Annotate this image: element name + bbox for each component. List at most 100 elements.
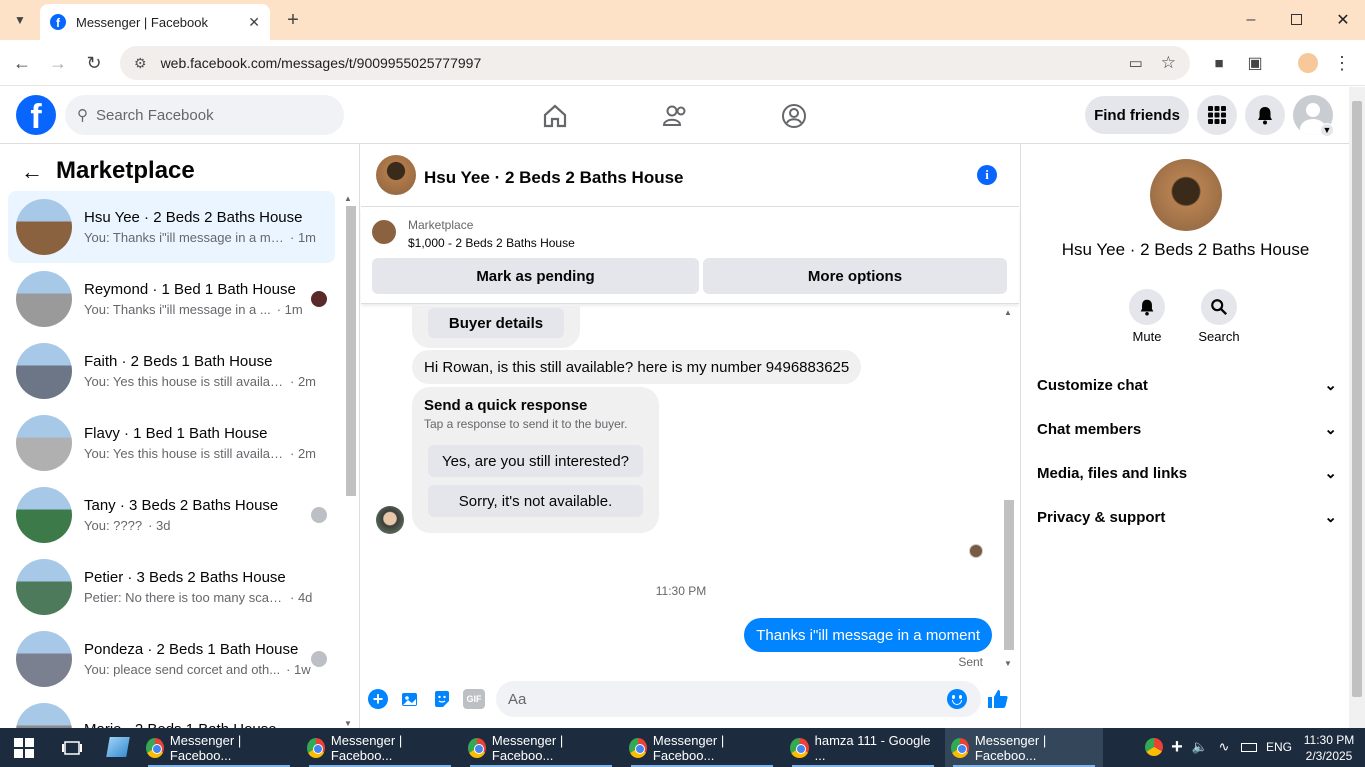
media-files-links-section[interactable]: Media, files and links ⌄ — [1037, 451, 1337, 495]
conversation-info-icon[interactable]: i — [977, 165, 997, 185]
extension-robot-icon[interactable]: ■ — [1207, 51, 1231, 75]
taskbar-window-button[interactable]: Messenger | Faceboo... — [623, 728, 781, 767]
browser-menu-icon[interactable]: ⋮ — [1332, 51, 1352, 75]
back-icon[interactable]: ← — [10, 51, 34, 75]
facebook-logo-icon[interactable]: f — [16, 95, 56, 135]
gif-icon[interactable]: GIF — [463, 689, 485, 709]
site-settings-icon[interactable]: ⚙ — [134, 55, 147, 72]
page-scrollbar[interactable] — [1349, 87, 1365, 728]
message-input[interactable]: Aa — [496, 681, 981, 717]
friends-icon[interactable] — [661, 102, 689, 130]
window-close-icon[interactable]: ✕ — [1332, 8, 1354, 32]
tab-close-icon[interactable]: ✕ — [248, 14, 260, 31]
profile-avatar[interactable] — [1150, 159, 1222, 231]
conversation-item[interactable]: Tany · 3 Beds 2 Baths House You: ???? · 3d — [8, 479, 335, 551]
conversation-item[interactable]: Reymond · 1 Bed 1 Bath House You: Thanks … — [8, 263, 335, 335]
tray-chrome-icon[interactable] — [1145, 738, 1163, 756]
conversation-name: Marie · 2 Beds 1 Bath House — [84, 721, 335, 729]
notifications-bell-icon[interactable] — [1245, 95, 1285, 135]
back-arrow-icon[interactable]: ← — [20, 159, 44, 184]
volume-icon[interactable]: 🔈 — [1191, 737, 1209, 757]
mute-label[interactable]: Mute — [1117, 329, 1177, 344]
search-in-chat-icon[interactable] — [1201, 289, 1237, 325]
address-bar[interactable]: ⚙ web.facebook.com/messages/t/9009955025… — [120, 46, 1190, 80]
conversation-avatar[interactable] — [16, 487, 72, 543]
extensions-puzzle-icon[interactable]: ▣ — [1243, 51, 1267, 75]
like-thumbs-up-icon[interactable] — [986, 687, 1010, 711]
mark-as-pending-button[interactable]: Mark as pending — [372, 258, 699, 294]
task-view-icon[interactable] — [62, 738, 82, 758]
taskbar-window-button[interactable]: Messenger | Faceboo... — [462, 728, 620, 767]
conversation-avatar[interactable] — [16, 631, 72, 687]
chat-members-section[interactable]: Chat members ⌄ — [1037, 407, 1337, 451]
outgoing-message[interactable]: Thanks i"ill message in a moment — [744, 618, 992, 652]
thread-scrollbar-thumb[interactable] — [1004, 500, 1014, 650]
network-icon[interactable]: ∿ — [1215, 737, 1233, 757]
search-placeholder: Search Facebook — [96, 106, 214, 124]
conversation-scrollbar[interactable]: ▲ ▼ — [344, 194, 358, 728]
quick-reply-interested-button[interactable]: Yes, are you still interested? — [428, 445, 643, 477]
attach-photo-icon[interactable] — [400, 689, 420, 709]
tray-plus-icon[interactable]: + — [1168, 736, 1186, 758]
account-chevron-icon[interactable]: ▼ — [1320, 123, 1334, 137]
conversation-avatar[interactable] — [16, 703, 72, 728]
taskbar-window-button[interactable]: Messenger | Faceboo... — [301, 728, 459, 767]
conversation-avatar[interactable] — [16, 559, 72, 615]
customize-chat-section[interactable]: Customize chat ⌄ — [1037, 363, 1337, 407]
taskbar-window-button[interactable]: Messenger | Faceboo... — [945, 728, 1103, 767]
home-icon[interactable] — [541, 102, 569, 130]
new-tab-icon[interactable]: + — [282, 8, 304, 32]
browser-tab[interactable]: f Messenger | Facebook ✕ — [40, 4, 270, 40]
more-actions-plus-icon[interactable]: + — [368, 689, 388, 709]
browser-tabstrip: ▼ f Messenger | Facebook ✕ + – ✕ — [0, 0, 1365, 40]
conversation-scrollbar-thumb[interactable] — [346, 206, 356, 496]
tab-search-icon[interactable]: ▼ — [8, 8, 32, 32]
bookmark-star-icon[interactable]: ☆ — [1161, 53, 1176, 73]
listing-price[interactable]: $1,000 - 2 Beds 2 Baths House — [408, 236, 575, 250]
conversation-time: · 2m — [290, 446, 316, 461]
emoji-icon[interactable] — [947, 689, 967, 709]
install-app-icon[interactable]: ▭ — [1129, 54, 1143, 72]
search-label[interactable]: Search — [1189, 329, 1249, 344]
restore-icon[interactable] — [1291, 14, 1302, 25]
language-indicator[interactable]: ENG — [1266, 740, 1292, 754]
conversation-item[interactable]: Flavy · 1 Bed 1 Bath House You: Yes this … — [8, 407, 335, 479]
reload-icon[interactable]: ↻ — [82, 51, 106, 75]
conversation-item[interactable]: Marie · 2 Beds 1 Bath House — [8, 695, 335, 728]
conversation-avatar[interactable] — [16, 271, 72, 327]
chat-avatar[interactable] — [376, 155, 416, 195]
quick-reply-unavailable-button[interactable]: Sorry, it's not available. — [428, 485, 643, 517]
buyer-details-button[interactable]: Buyer details — [428, 308, 564, 338]
clock[interactable]: 11:30 PM 2/3/2025 — [1300, 732, 1358, 764]
conversation-avatar[interactable] — [16, 343, 72, 399]
pinned-app-icon[interactable] — [106, 737, 130, 757]
find-friends-button[interactable]: Find friends — [1085, 96, 1189, 134]
conversation-item[interactable]: Petier · 3 Beds 2 Baths House Petier: No … — [8, 551, 335, 623]
conversation-avatar[interactable] — [16, 415, 72, 471]
groups-icon[interactable] — [780, 102, 808, 130]
sender-avatar[interactable] — [376, 506, 404, 534]
thread-scrollbar[interactable]: ▲ ▼ — [1002, 306, 1016, 668]
profile-avatar-icon[interactable] — [1298, 53, 1318, 73]
search-facebook-input[interactable]: ⚲ Search Facebook — [65, 95, 344, 135]
conversation-item[interactable]: Hsu Yee · 2 Beds 2 Baths House You: Thank… — [8, 191, 335, 263]
conversation-item[interactable]: Faith · 2 Beds 1 Bath House You: Yes this… — [8, 335, 335, 407]
listing-thumbnail[interactable] — [372, 220, 396, 244]
minimize-icon[interactable]: – — [1240, 8, 1262, 32]
mute-bell-icon[interactable] — [1129, 289, 1165, 325]
privacy-support-section[interactable]: Privacy & support ⌄ — [1037, 495, 1337, 539]
more-options-button[interactable]: More options — [703, 258, 1007, 294]
sticker-icon[interactable] — [432, 689, 452, 709]
marketplace-title: Marketplace — [56, 157, 195, 184]
page-scrollbar-thumb[interactable] — [1352, 101, 1362, 697]
battery-icon[interactable] — [1241, 743, 1257, 752]
menu-grid-icon[interactable] — [1197, 95, 1237, 135]
conversation-item[interactable]: Pondeza · 2 Beds 1 Bath House You: pleace… — [8, 623, 335, 695]
incoming-message[interactable]: Hi Rowan, is this still available? here … — [412, 350, 862, 384]
taskbar-window-button[interactable]: Messenger | Faceboo... — [140, 728, 298, 767]
chat-title[interactable]: Hsu Yee · 2 Beds 2 Baths House — [424, 168, 684, 188]
conversation-avatar[interactable] — [16, 199, 72, 255]
taskbar-window-button[interactable]: hamza 111 - Google ... — [784, 728, 942, 767]
forward-icon[interactable]: → — [46, 51, 70, 75]
windows-start-icon[interactable] — [14, 738, 34, 758]
